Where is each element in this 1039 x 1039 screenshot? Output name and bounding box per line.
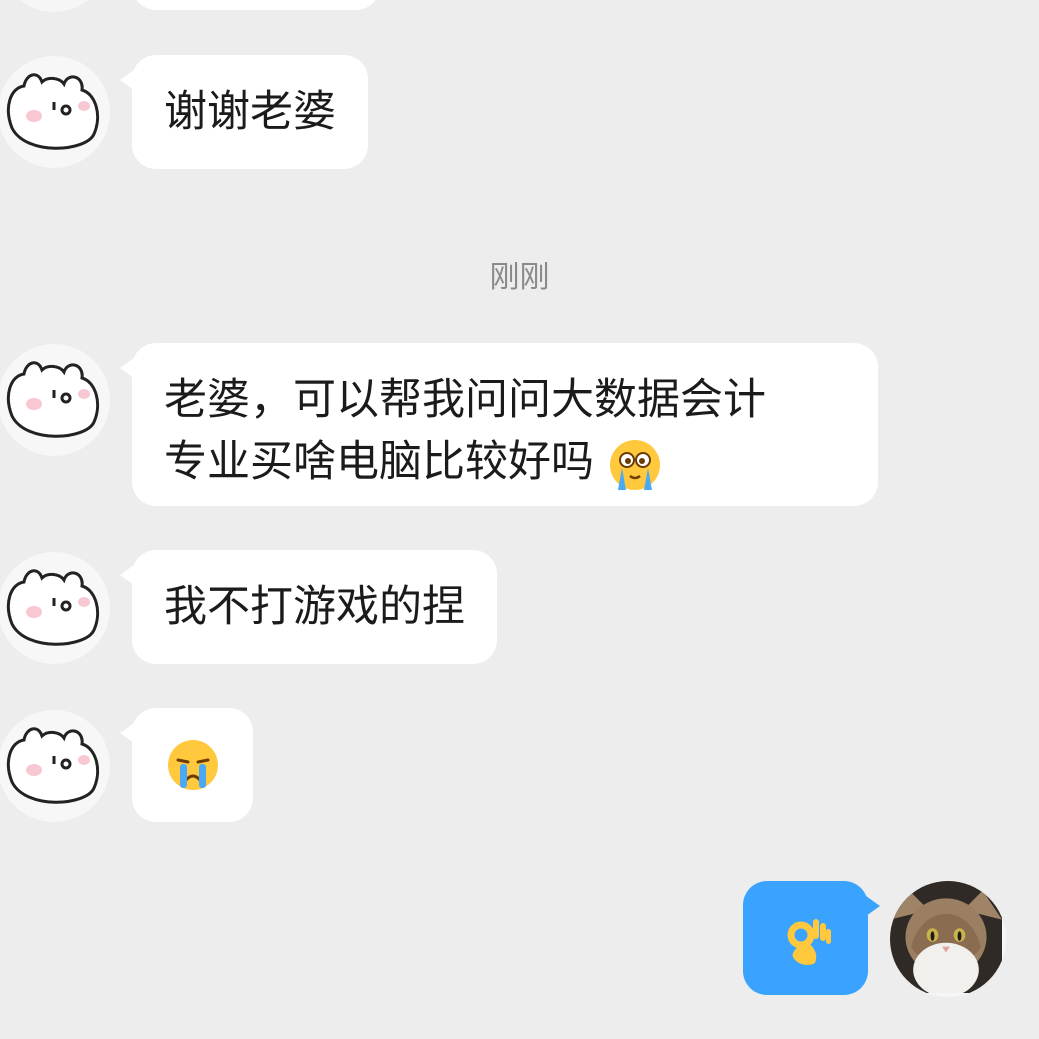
loudly-crying-face-icon — [608, 438, 662, 492]
message-bubble[interactable]: 我不打游戏的捏 — [120, 550, 497, 664]
cat-photo-avatar-icon — [890, 881, 1002, 993]
partial-message-bubble[interactable] — [132, 0, 380, 10]
contact-avatar[interactable] — [0, 710, 110, 822]
message-text-line: 专业买啥电脑比较好吗 — [164, 437, 594, 487]
ok-hand-icon — [779, 913, 833, 967]
contact-avatar[interactable] — [0, 56, 110, 168]
outgoing-message-bubble[interactable] — [743, 881, 880, 995]
message-text: 谢谢老婆 — [164, 87, 336, 137]
message-bubble[interactable]: 老婆，可以帮我问问大数据会计 专业买啥电脑比较好吗 — [120, 343, 878, 506]
contact-avatar[interactable] — [0, 344, 110, 456]
partial-avatar[interactable] — [0, 0, 110, 12]
crying-face-icon — [166, 738, 220, 792]
message-bubble[interactable]: 谢谢老婆 — [120, 55, 368, 169]
message-text: 我不打游戏的捏 — [164, 582, 465, 632]
contact-avatar[interactable] — [0, 552, 110, 664]
user-avatar[interactable] — [890, 881, 1006, 997]
bunny-avatar-icon — [0, 344, 110, 456]
bunny-avatar-icon — [0, 552, 110, 664]
message-bubble[interactable] — [120, 708, 253, 822]
bunny-avatar-icon — [0, 56, 110, 168]
timestamp: 刚刚 — [489, 260, 550, 295]
message-text-line: 老婆，可以帮我问问大数据会计 — [164, 375, 766, 425]
bunny-avatar-icon — [0, 710, 110, 822]
